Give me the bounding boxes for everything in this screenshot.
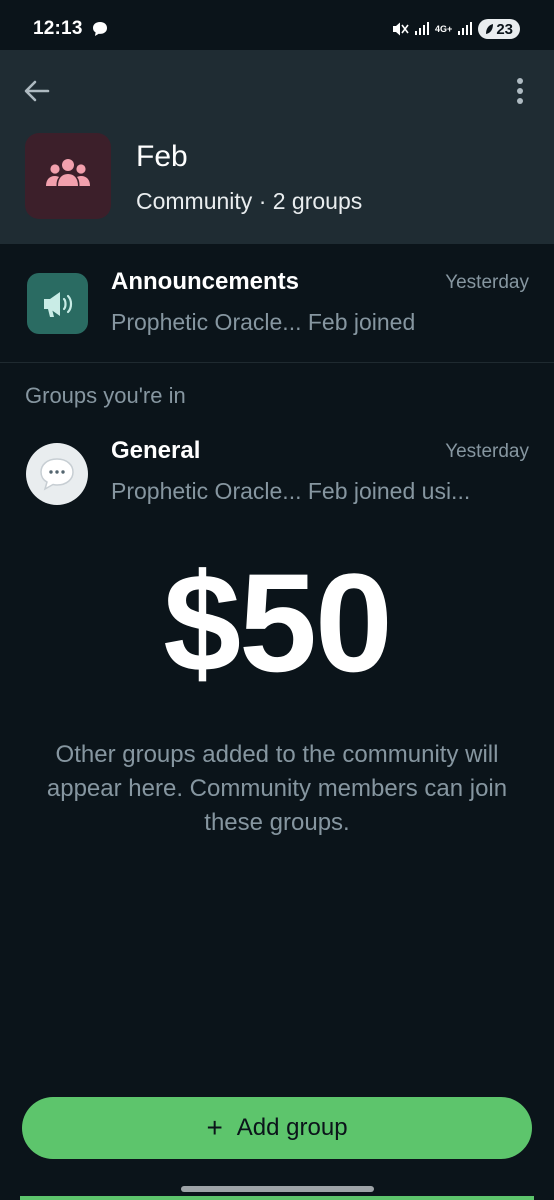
battery-saver-icon [486, 24, 494, 34]
status-time: 12:13 [33, 18, 83, 39]
groups-section-label: Groups you're in [25, 383, 186, 408]
community-header: Feb Community · 2 groups [0, 50, 554, 244]
announcements-title: Announcements [111, 268, 300, 295]
community-people-icon [46, 159, 90, 186]
battery-indicator: 23 [478, 19, 520, 39]
status-indicators: 4G+ 23 [391, 17, 520, 41]
announcements-row[interactable]: Announcements Yesterday Prophetic Oracle… [0, 244, 554, 363]
group-avatar [26, 443, 88, 505]
community-avatar[interactable] [25, 133, 111, 219]
group-row-general[interactable]: General Yesterday Prophetic Oracle... Fe… [0, 420, 554, 520]
megaphone-icon [44, 292, 73, 317]
status-bar: 12:13 4G+ 23 [0, 0, 554, 50]
chat-bubble-icon [93, 22, 107, 36]
arrow-left-icon[interactable] [20, 74, 54, 108]
bottom-button-edge [20, 1196, 534, 1200]
signal-icon [458, 22, 473, 35]
plus-icon: + [206, 1112, 223, 1143]
announcements-time: Yesterday [445, 272, 529, 293]
announcements-avatar [27, 273, 88, 334]
community-name: Feb [136, 140, 188, 173]
mute-icon [393, 22, 409, 36]
more-vertical-icon[interactable] [506, 74, 534, 108]
signal-icon [415, 22, 430, 35]
empty-groups-info: Other groups added to the community will… [46, 741, 508, 836]
network-type: 4G+ [435, 23, 453, 34]
group-title: General [111, 437, 201, 464]
price-overlay: $50 [163, 544, 393, 701]
group-time: Yesterday [445, 441, 529, 462]
add-group-label: Add group [236, 1114, 348, 1141]
community-subtitle: Community · 2 groups [136, 188, 363, 214]
battery-level: 23 [496, 20, 513, 38]
announcements-preview: Prophetic Oracle... Feb joined [111, 309, 416, 335]
home-indicator[interactable] [181, 1186, 374, 1192]
group-preview: Prophetic Oracle... Feb joined usi... [111, 478, 471, 504]
speech-bubble-icon [40, 458, 74, 491]
add-group-button[interactable]: + Add group [22, 1097, 532, 1159]
